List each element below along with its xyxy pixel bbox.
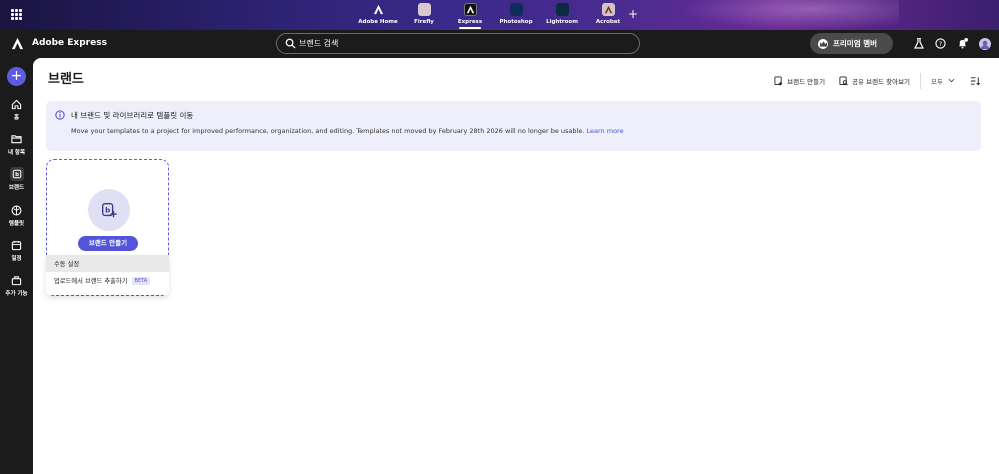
- svg-text:?: ?: [939, 40, 942, 48]
- folder-icon: [10, 132, 24, 146]
- search-input[interactable]: [299, 36, 619, 51]
- page-title: 브랜드: [48, 72, 84, 87]
- app-lightroom[interactable]: Lightroom: [539, 3, 585, 29]
- app-label: Firefly: [414, 19, 434, 25]
- filter-value: 모두: [931, 77, 943, 86]
- premium-member-button[interactable]: 프리미엄 멤버: [810, 33, 893, 54]
- app-name: Adobe Express: [32, 38, 107, 48]
- menu-item-label: 업로드에서 브랜드 추출하기: [54, 278, 128, 285]
- brand-search-icon: [839, 75, 848, 85]
- express-header: Adobe Express 프리미엄 멤버 ?: [0, 30, 999, 58]
- banner-body: Move your templates to a project for imp…: [71, 127, 624, 135]
- app-photoshop[interactable]: Photoshop: [493, 3, 539, 29]
- main-content: 브랜드 브랜드 만들기 공유 브랜드 찾아보기 모두 내 브랜드 및 라이브러리…: [33, 58, 999, 474]
- chevron-down-icon: [948, 78, 955, 83]
- menu-item-manual-setup[interactable]: 수동 설정: [46, 255, 169, 272]
- firefly-icon: [417, 3, 431, 16]
- create-brand-button[interactable]: 브랜드 만들기: [78, 236, 138, 251]
- templates-icon: [10, 203, 24, 217]
- help-icon[interactable]: ?: [934, 37, 947, 50]
- menu-item-extract-from-upload[interactable]: 업로드에서 브랜드 추출하기 BETA: [46, 272, 169, 289]
- decorative-sparkle: [679, 0, 899, 30]
- adobe-home-icon: [372, 3, 385, 16]
- brand-plus-icon: b: [88, 189, 130, 231]
- add-app-icon[interactable]: +: [628, 7, 638, 21]
- app-list: Adobe Home Firefly Express Photoshop Lig…: [355, 3, 631, 29]
- app-adobe-home[interactable]: Adobe Home: [355, 3, 401, 29]
- flask-icon[interactable]: [912, 37, 925, 50]
- premium-label: 프리미엄 멤버: [833, 39, 878, 48]
- notifications-bell-icon[interactable]: [956, 37, 969, 50]
- svg-text:b: b: [105, 206, 110, 215]
- rail-label: 브랜드: [8, 185, 25, 191]
- calendar-icon: [10, 238, 24, 252]
- beta-badge: BETA: [131, 276, 151, 285]
- page-actions: 브랜드 만들기 공유 브랜드 찾아보기 모두: [760, 71, 981, 90]
- app-express[interactable]: Express: [447, 3, 493, 29]
- app-label: Photoshop: [499, 19, 533, 25]
- brand-add-icon: [774, 75, 783, 85]
- create-brand-action[interactable]: 브랜드 만들기: [774, 75, 826, 86]
- add-ons-icon: [10, 273, 24, 287]
- info-icon: [55, 110, 65, 120]
- find-shared-brands-action[interactable]: 공유 브랜드 찾아보기: [839, 75, 911, 86]
- header-icons: ?: [912, 37, 991, 50]
- rail-item-my-items[interactable]: 내 항목: [0, 132, 33, 156]
- apps-grid-icon[interactable]: [11, 9, 22, 20]
- rail-label: 템플릿: [8, 221, 25, 227]
- rail-label: 추가 기능: [5, 291, 28, 297]
- rail-item-calendar[interactable]: 일정: [0, 238, 33, 262]
- rail-item-templates[interactable]: 템플릿: [0, 203, 33, 227]
- find-shared-label: 공유 브랜드 찾아보기: [852, 77, 911, 86]
- banner-text: Move your templates to a project for imp…: [71, 127, 585, 135]
- app-label: Adobe Home: [358, 19, 398, 25]
- create-brand-label: 브랜드 만들기: [787, 77, 826, 86]
- app-label: Lightroom: [546, 19, 578, 25]
- acrobat-icon: [601, 3, 615, 16]
- create-brand-menu: 수동 설정 업로드에서 브랜드 추출하기 BETA: [46, 255, 169, 295]
- rail-label: 홈: [13, 115, 20, 121]
- app-firefly[interactable]: Firefly: [401, 3, 447, 29]
- home-icon: [10, 97, 24, 111]
- brand-search[interactable]: [276, 33, 640, 54]
- app-label: Express: [457, 19, 483, 25]
- svg-text:b: b: [15, 172, 19, 178]
- rail-item-brands[interactable]: b 브랜드: [0, 167, 33, 191]
- crown-icon: [818, 38, 828, 49]
- search-icon: [285, 38, 296, 49]
- rail-item-add-ons[interactable]: 추가 기능: [0, 273, 33, 297]
- brand-icon: b: [9, 167, 24, 181]
- sort-icon: [970, 77, 981, 86]
- learn-more-link[interactable]: Learn more: [587, 127, 624, 135]
- app-label: Acrobat: [595, 19, 621, 25]
- rail-item-home[interactable]: 홈: [0, 97, 33, 121]
- app-switcher-bar: Adobe Home Firefly Express Photoshop Lig…: [0, 0, 999, 30]
- banner-title: 내 브랜드 및 라이브러리로 템플릿 이동: [71, 111, 194, 120]
- lightroom-icon: [555, 3, 569, 16]
- adobe-express-logo-icon[interactable]: [11, 37, 24, 50]
- app-acrobat[interactable]: Acrobat: [585, 3, 631, 29]
- rail-label: 일정: [11, 256, 22, 262]
- migration-banner: 내 브랜드 및 라이브러리로 템플릿 이동 Move your template…: [46, 101, 981, 151]
- rail-label: 내 항목: [7, 150, 26, 156]
- menu-item-label: 수동 설정: [54, 261, 80, 268]
- sort-button[interactable]: [970, 71, 981, 90]
- avatar[interactable]: [978, 37, 991, 50]
- filter-dropdown[interactable]: 모두: [931, 76, 955, 86]
- photoshop-icon: [509, 3, 523, 16]
- express-icon: [463, 3, 477, 16]
- create-new-button[interactable]: +: [7, 67, 26, 86]
- left-rail: + 홈 내 항목 b 브랜드 템플릿 일정 추가 기능: [0, 58, 33, 474]
- divider: [920, 72, 922, 89]
